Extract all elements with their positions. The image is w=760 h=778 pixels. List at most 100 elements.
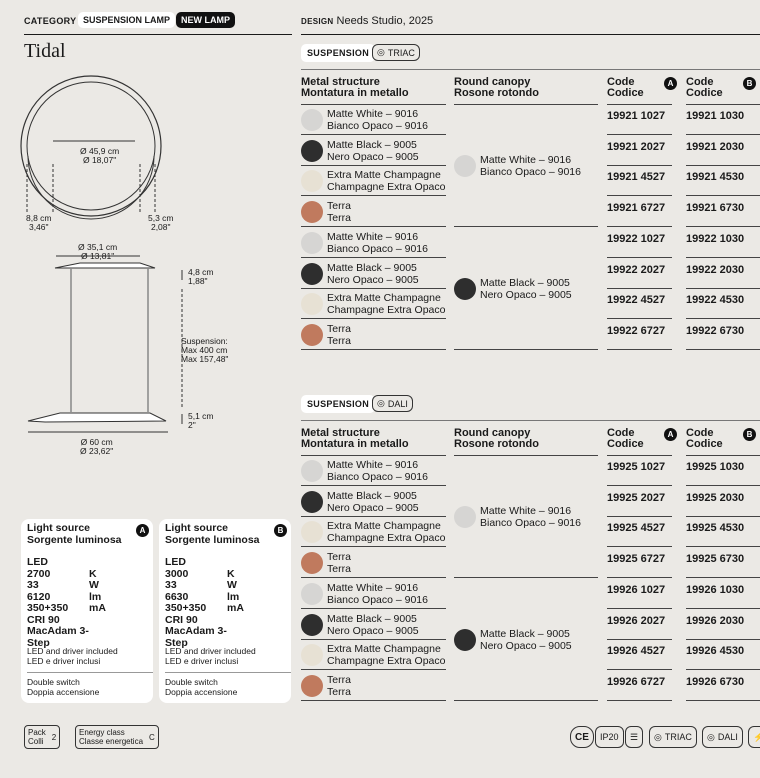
divider xyxy=(686,165,760,166)
code-a: 19922 1027 xyxy=(607,233,666,245)
divider xyxy=(686,257,760,258)
disc-height: 5,1 cm 2" xyxy=(188,411,214,430)
disc-diameter: Ø 60 cm Ø 23,62" xyxy=(80,437,114,456)
divider xyxy=(686,485,760,486)
spec-value: LED xyxy=(165,556,186,568)
finish-row: Terra Terra xyxy=(301,320,446,350)
divider xyxy=(686,516,760,517)
canopy-height: 4,8 cm 1,88" xyxy=(188,267,214,286)
finish-swatch xyxy=(301,552,323,574)
divider xyxy=(607,257,672,258)
divider xyxy=(607,516,672,517)
finish-row: Matte Black – 9005 Nero Opaco – 9005 xyxy=(301,610,446,640)
finish-swatch xyxy=(301,324,323,346)
code-a: 19922 2027 xyxy=(607,264,666,276)
code-a: 19925 4527 xyxy=(607,522,666,534)
spec-unit: W xyxy=(89,579,99,591)
finish-row: Terra Terra xyxy=(301,671,446,701)
divider xyxy=(454,700,598,701)
code-b: 19926 6730 xyxy=(686,676,745,688)
finish-row: Extra Matte Champagne Champagne Extra Opa… xyxy=(301,166,446,196)
finish-row: Terra Terra xyxy=(301,548,446,578)
divider xyxy=(607,485,672,486)
suspension-length: Suspension: Max 400 cm Max 157,48" xyxy=(181,336,229,364)
divider xyxy=(607,288,672,289)
finish-name: Matte Black – 9005 Nero Opaco – 9005 xyxy=(327,490,419,514)
dimming-tag: ◎ DALI xyxy=(372,395,413,412)
code-b: 19926 4530 xyxy=(686,645,745,657)
code-b: 19922 2030 xyxy=(686,264,745,276)
divider xyxy=(686,577,760,578)
divider xyxy=(686,134,760,135)
spec-unit: W xyxy=(227,579,237,591)
code-a: 19922 6727 xyxy=(607,325,666,337)
finish-name: Extra Matte Champagne Champagne Extra Opa… xyxy=(327,169,446,193)
light-source-card: Light source Sorgente luminosa A LED 2700 K 33… xyxy=(21,519,153,703)
finish-swatch xyxy=(301,109,323,131)
divider xyxy=(607,165,672,166)
new-lamp-badge: NEW LAMP xyxy=(176,12,235,28)
spec-row: 33 W xyxy=(27,579,106,592)
code-b: 19925 4530 xyxy=(686,522,745,534)
divider xyxy=(686,546,760,547)
section-label: SUSPENSION xyxy=(301,44,376,62)
divider xyxy=(686,226,760,227)
divider xyxy=(686,608,760,609)
finish-name: Extra Matte Champagne Champagne Extra Opa… xyxy=(327,292,446,316)
card-title: Light source Sorgente luminosa xyxy=(27,522,122,546)
finish-swatch xyxy=(301,232,323,254)
spec-value: 33 xyxy=(165,579,177,591)
finish-swatch xyxy=(301,170,323,192)
divider xyxy=(607,134,672,135)
ce-icon: CE xyxy=(570,726,594,748)
ring-right-depth: 5,3 cm 2,08" xyxy=(148,213,174,232)
spec-row: LED xyxy=(165,556,244,569)
spec-unit: mA xyxy=(227,602,244,614)
header-code-a: Code Codice xyxy=(607,427,644,450)
dimmer-icon: ☰ xyxy=(625,726,644,748)
divider xyxy=(607,349,672,350)
code-a: 19926 6727 xyxy=(607,676,666,688)
ring-left-depth: 8,8 cm 3,46" xyxy=(26,213,52,232)
finish-row: Extra Matte Champagne Champagne Extra Opa… xyxy=(301,289,446,319)
card-badge: A xyxy=(136,524,149,537)
spec-unit xyxy=(227,615,244,627)
spec-value: 33 xyxy=(27,579,39,591)
finish-swatch xyxy=(301,614,323,636)
divider xyxy=(686,639,760,640)
divider xyxy=(686,669,760,670)
finish-row: Extra Matte Champagne Champagne Extra Opa… xyxy=(301,517,446,547)
divider xyxy=(607,700,672,701)
code-a: 19926 2027 xyxy=(607,615,666,627)
energy-class: Energy class Classe energetica C xyxy=(75,725,159,749)
divider xyxy=(607,577,672,578)
finish-row: Matte White – 9016 Bianco Opaco – 9016 xyxy=(301,228,446,258)
spec-value: 350+350 xyxy=(27,602,69,614)
finish-name: Matte White – 9016 Bianco Opaco – 9016 xyxy=(327,108,428,132)
spec-row: 350+350 mA xyxy=(27,602,106,615)
header-code-b: Code Codice xyxy=(686,427,723,450)
code-b: 19921 1030 xyxy=(686,110,745,122)
pack-info: Pack Colli 2 xyxy=(24,725,61,749)
spec-table: LED 3000 K 33 W 6630 lm 350+350 mA CRI 90 MacAdam … xyxy=(165,556,244,649)
code-a: 19926 1027 xyxy=(607,584,666,596)
spec-unit xyxy=(89,615,106,627)
badge-b: B xyxy=(743,428,756,441)
finish-row: Matte Black – 9005 Nero Opaco – 9005 xyxy=(301,259,446,289)
badge-a: A xyxy=(664,77,677,90)
finish-name: Matte Black – 9005 Nero Opaco – 9005 xyxy=(327,613,419,637)
divider xyxy=(607,226,672,227)
finish-swatch xyxy=(301,293,323,315)
code-a: 19925 2027 xyxy=(607,492,666,504)
divider xyxy=(301,34,760,35)
code-a: 19925 6727 xyxy=(607,553,666,565)
header-metal: Metal structure Montatura in metallo xyxy=(301,76,409,99)
header-metal: Metal structure Montatura in metallo xyxy=(301,427,409,450)
code-a: 19921 6727 xyxy=(607,202,666,214)
finish-name: Terra Terra xyxy=(327,200,351,224)
divider xyxy=(686,195,760,196)
finish-row: Matte Black – 9005 Nero Opaco – 9005 xyxy=(301,487,446,517)
divider xyxy=(607,608,672,609)
header-code-a: Code Codice xyxy=(607,76,644,99)
finish-name: Matte Black – 9005 Nero Opaco – 9005 xyxy=(327,139,419,163)
